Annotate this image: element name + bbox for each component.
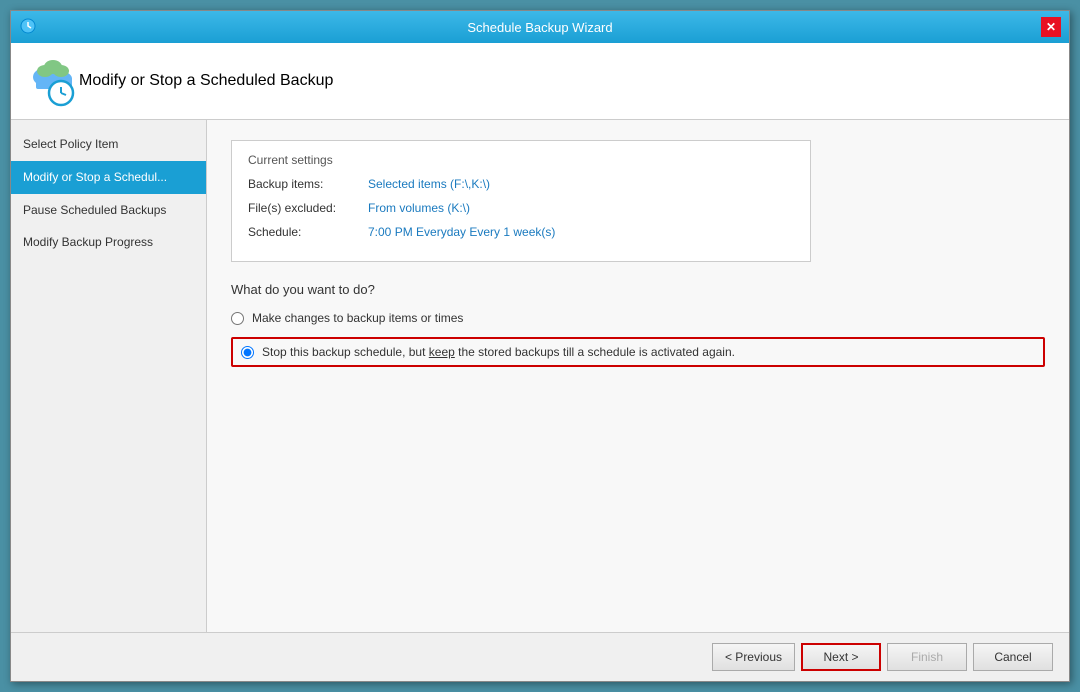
close-button[interactable]: ✕ [1041,17,1061,37]
content-area: Select Policy Item Modify or Stop a Sche… [11,120,1069,632]
window-title: Schedule Backup Wizard [39,20,1041,35]
option-make-changes-radio[interactable] [231,312,244,325]
title-bar-icon [19,17,39,37]
files-excluded-label: File(s) excluded: [248,201,368,215]
header-area: Modify or Stop a Scheduled Backup [11,43,1069,120]
header-icon [27,55,79,107]
option-make-changes-label: Make changes to backup items or times [252,311,463,325]
cancel-button[interactable]: Cancel [973,643,1053,671]
settings-box: Current settings Backup items: Selected … [231,140,811,262]
main-window: Schedule Backup Wizard ✕ Modify or Stop … [10,10,1070,682]
settings-row-backup-items: Backup items: Selected items (F:\,K:\) [248,177,794,191]
option-stop-schedule-radio[interactable] [241,346,254,359]
footer: < Previous Next > Finish Cancel [11,632,1069,681]
sidebar: Select Policy Item Modify or Stop a Sche… [11,120,207,632]
schedule-value: 7:00 PM Everyday Every 1 week(s) [368,225,555,239]
previous-button[interactable]: < Previous [712,643,795,671]
sidebar-item-modify-progress[interactable]: Modify Backup Progress [11,226,206,259]
question-text: What do you want to do? [231,282,1045,297]
radio-group: Make changes to backup items or times St… [231,311,1045,367]
option-stop-schedule[interactable]: Stop this backup schedule, but keep the … [231,337,1045,367]
option-stop-schedule-label: Stop this backup schedule, but keep the … [262,345,735,359]
schedule-label: Schedule: [248,225,368,239]
finish-button[interactable]: Finish [887,643,967,671]
next-button[interactable]: Next > [801,643,881,671]
title-bar: Schedule Backup Wizard ✕ [11,11,1069,43]
settings-title: Current settings [248,153,794,167]
header-title: Modify or Stop a Scheduled Backup [79,72,333,90]
backup-items-label: Backup items: [248,177,368,191]
backup-items-value: Selected items (F:\,K:\) [368,177,490,191]
settings-row-files-excluded: File(s) excluded: From volumes (K:\) [248,201,794,215]
main-content: Current settings Backup items: Selected … [207,120,1069,632]
sidebar-item-select-policy[interactable]: Select Policy Item [11,128,206,161]
option-make-changes[interactable]: Make changes to backup items or times [231,311,1045,325]
sidebar-item-pause-scheduled[interactable]: Pause Scheduled Backups [11,194,206,227]
files-excluded-value: From volumes (K:\) [368,201,470,215]
settings-row-schedule: Schedule: 7:00 PM Everyday Every 1 week(… [248,225,794,239]
sidebar-item-modify-stop[interactable]: Modify or Stop a Schedul... [11,161,206,194]
